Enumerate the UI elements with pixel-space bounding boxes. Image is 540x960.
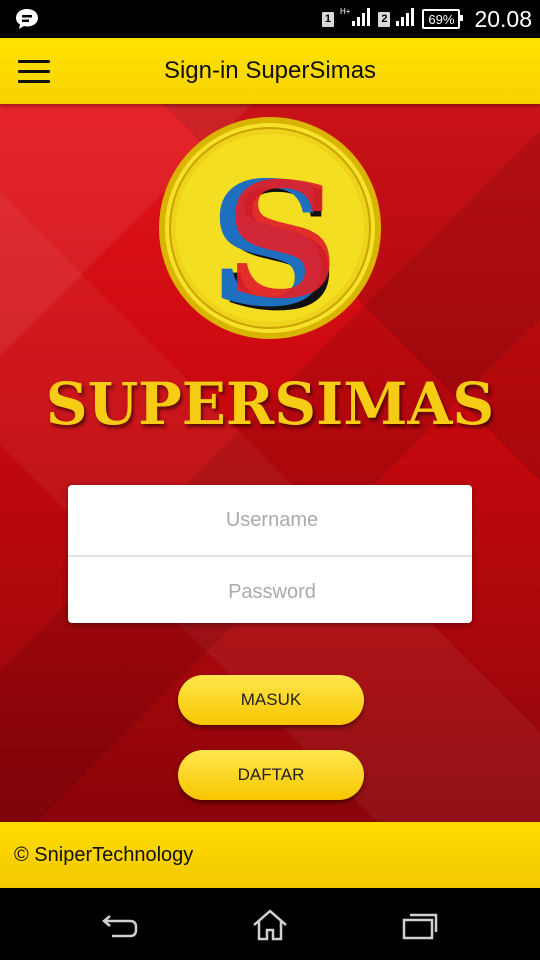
copyright-text: © SniperTechnology [14, 844, 194, 866]
supersimas-logo: S S S [159, 117, 381, 340]
status-icons: 1 H+ 2 69% 20.08 [321, 0, 532, 38]
login-screen: S S S SUPERSIMAS MASUK DAFTAR [0, 104, 540, 822]
battery-level: 69% [428, 11, 455, 27]
app-title: Sign-in SuperSimas [163, 57, 377, 84]
chat-notification-icon [14, 7, 40, 36]
login-form [68, 485, 476, 627]
battery-icon: 69% [422, 9, 464, 29]
back-icon[interactable] [100, 908, 140, 942]
signal-icon-1 [352, 7, 372, 31]
brand-name: SUPERSIMAS [45, 370, 495, 438]
system-nav-bar [0, 888, 540, 960]
password-input[interactable] [68, 557, 476, 627]
app-bar: Sign-in SuperSimas [0, 38, 540, 104]
svg-text:S: S [225, 149, 339, 334]
home-icon[interactable] [250, 908, 290, 942]
recents-icon[interactable] [400, 908, 440, 942]
footer: © SniperTechnology [0, 822, 540, 888]
clock: 20.08 [474, 5, 532, 32]
sim1-badge: 1 [321, 11, 334, 27]
register-button[interactable]: DAFTAR [178, 750, 364, 800]
username-input[interactable] [68, 485, 476, 555]
status-bar: 1 H+ 2 69% 20.08 [0, 0, 540, 38]
sim2-badge: 2 [378, 11, 391, 27]
signal-icon-2 [396, 7, 416, 31]
login-button[interactable]: MASUK [178, 675, 364, 725]
network-type: H+ [339, 6, 351, 16]
